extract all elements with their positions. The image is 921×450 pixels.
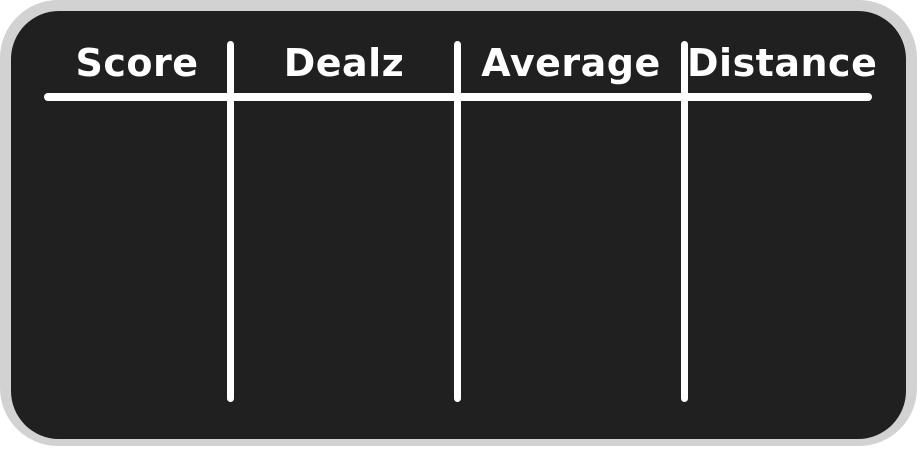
average-column-header: Average: [481, 41, 661, 85]
score-column-header: Score: [75, 41, 199, 85]
dealz-column-header: Dealz: [283, 41, 405, 85]
column-divider-2: [454, 41, 461, 402]
distance-column-header: Distance: [687, 41, 878, 85]
column-divider-3: [681, 41, 688, 402]
column-divider-1: [227, 41, 234, 402]
